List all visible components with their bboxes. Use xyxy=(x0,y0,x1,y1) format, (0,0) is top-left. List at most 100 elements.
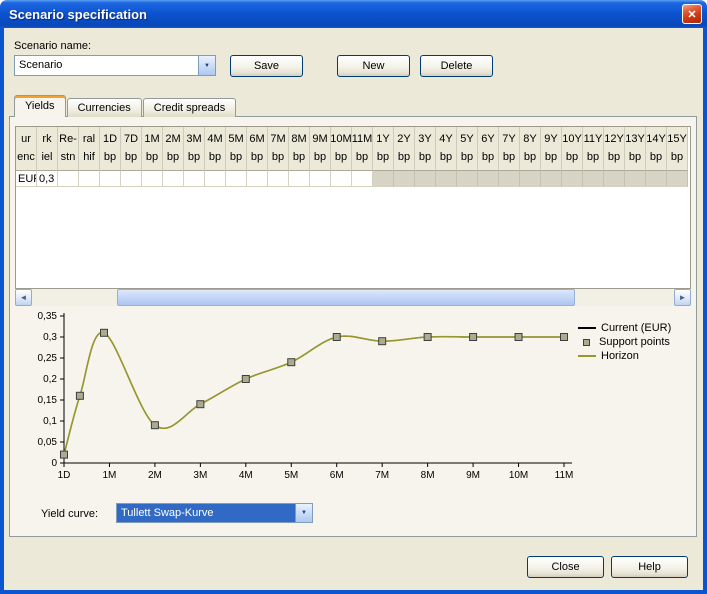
scenario-combo-dropdown-button[interactable]: ▼ xyxy=(198,56,215,75)
header-cell-bottom: bp xyxy=(650,152,662,163)
header-cell-bottom: bp xyxy=(293,152,305,163)
header-cell: 6Ybp xyxy=(478,127,499,171)
yield-curve-combobox[interactable]: Tullett Swap-Kurve ▼ xyxy=(116,503,313,523)
support-point-marker xyxy=(61,451,68,458)
save-button[interactable]: Save xyxy=(230,55,303,77)
header-cell-bottom: bp xyxy=(125,152,137,163)
header-cell-bottom: bp xyxy=(377,152,389,163)
tab-yields[interactable]: Yields xyxy=(14,95,66,117)
header-cell: 1Ybp xyxy=(373,127,394,171)
legend-item: Current (EUR) xyxy=(578,321,671,335)
scenario-name-combobox[interactable]: Scenario ▼ xyxy=(14,55,216,76)
header-cell-top: Re- xyxy=(59,134,77,145)
header-cell-top: 3Y xyxy=(418,134,431,145)
table-cell xyxy=(562,171,583,187)
support-point-marker xyxy=(242,376,249,383)
yield-curve-label: Yield curve: xyxy=(41,508,98,520)
scenario-specification-window: Scenario specification ✕ Scenario name: … xyxy=(0,0,707,594)
table-cell[interactable] xyxy=(310,171,331,187)
delete-button[interactable]: Delete xyxy=(420,55,493,77)
svg-text:8M: 8M xyxy=(421,470,435,481)
svg-text:0,35: 0,35 xyxy=(38,311,58,322)
support-point-marker xyxy=(424,334,431,341)
support-point-marker xyxy=(76,392,83,399)
new-button[interactable]: New xyxy=(337,55,410,77)
header-cell-top: ral xyxy=(83,134,95,145)
header-cell: ralhif xyxy=(79,127,100,171)
header-cell-top: 9Y xyxy=(544,134,557,145)
scenario-name-value: Scenario xyxy=(15,56,198,75)
window-titlebar[interactable]: Scenario specification ✕ xyxy=(0,0,707,28)
table-cell[interactable] xyxy=(205,171,226,187)
header-cell-top: 6M xyxy=(249,134,264,145)
close-icon: ✕ xyxy=(687,8,696,21)
header-cell: 2Ybp xyxy=(394,127,415,171)
header-cell-top: 4M xyxy=(207,134,222,145)
header-cell-bottom: bp xyxy=(356,152,368,163)
table-cell[interactable] xyxy=(142,171,163,187)
svg-text:0,2: 0,2 xyxy=(43,374,57,385)
close-button[interactable]: Close xyxy=(527,556,604,578)
header-cell: 9Y bp xyxy=(541,127,562,171)
header-cell: 8Mbp xyxy=(289,127,310,171)
table-cell[interactable] xyxy=(100,171,121,187)
header-cell-bottom: iel xyxy=(41,152,52,163)
svg-text:11M: 11M xyxy=(555,470,574,481)
header-cell-bottom: bp xyxy=(545,152,557,163)
support-point-marker xyxy=(470,334,477,341)
header-cell: 7Ybp xyxy=(499,127,520,171)
header-cell-bottom: bp xyxy=(230,152,242,163)
tab-credit-spreads[interactable]: Credit spreads xyxy=(143,98,237,117)
svg-text:0,05: 0,05 xyxy=(38,437,58,448)
tab-currencies[interactable]: Currencies xyxy=(67,98,142,117)
table-cell[interactable]: EUR xyxy=(16,171,37,187)
legend-swatch-square xyxy=(583,339,590,346)
arrow-left-icon: ◄ xyxy=(20,294,28,302)
help-button[interactable]: Help xyxy=(611,556,688,578)
legend-swatch-line xyxy=(578,355,596,357)
header-cell: 10Mbp xyxy=(331,127,352,171)
legend-label: Support points xyxy=(599,336,670,348)
svg-text:1M: 1M xyxy=(103,470,117,481)
header-cell-bottom: bp xyxy=(419,152,431,163)
header-cell: 15Ybp xyxy=(667,127,688,171)
yield-curve-value: Tullett Swap-Kurve xyxy=(117,504,295,522)
window-close-button[interactable]: ✕ xyxy=(682,4,702,24)
table-cell[interactable] xyxy=(163,171,184,187)
table-cell xyxy=(646,171,667,187)
table-cell[interactable] xyxy=(184,171,205,187)
header-cell-top: 2M xyxy=(165,134,180,145)
table-cell[interactable] xyxy=(79,171,100,187)
header-cell-bottom: bp xyxy=(209,152,221,163)
header-cell-top: 8Y xyxy=(523,134,536,145)
table-cell xyxy=(541,171,562,187)
tab-bar: YieldsCurrenciesCredit spreads xyxy=(14,95,237,117)
table-cell[interactable] xyxy=(121,171,142,187)
header-cell-top: ur xyxy=(21,134,31,145)
header-cell-bottom: stn xyxy=(61,152,76,163)
legend-label: Horizon xyxy=(601,350,639,362)
table-cell[interactable] xyxy=(331,171,352,187)
table-cell[interactable] xyxy=(352,171,373,187)
chevron-down-icon: ▼ xyxy=(301,510,307,516)
yields-table: urencrkielRe-stnralhif1Dbp7Dbp1Mbp2Mbp3M… xyxy=(15,126,691,289)
table-cell xyxy=(499,171,520,187)
header-cell: 8Ybp xyxy=(520,127,541,171)
svg-text:4M: 4M xyxy=(239,470,253,481)
table-cell[interactable] xyxy=(58,171,79,187)
support-point-marker xyxy=(379,338,386,345)
table-cell[interactable] xyxy=(226,171,247,187)
table-cell xyxy=(436,171,457,187)
support-point-marker xyxy=(151,422,158,429)
yield-curve-dropdown-button[interactable]: ▼ xyxy=(295,504,312,522)
table-cell[interactable] xyxy=(268,171,289,187)
header-cell-bottom: bp xyxy=(188,152,200,163)
header-cell: 14Ybp xyxy=(646,127,667,171)
table-cell xyxy=(373,171,394,187)
chart-legend: Current (EUR)Support points Horizon xyxy=(578,321,671,363)
table-row-eur: EUR0,3 xyxy=(16,171,690,187)
table-cell[interactable] xyxy=(247,171,268,187)
header-cell: 10Ybp xyxy=(562,127,583,171)
table-cell[interactable] xyxy=(289,171,310,187)
table-cell[interactable]: 0,3 xyxy=(37,171,58,187)
